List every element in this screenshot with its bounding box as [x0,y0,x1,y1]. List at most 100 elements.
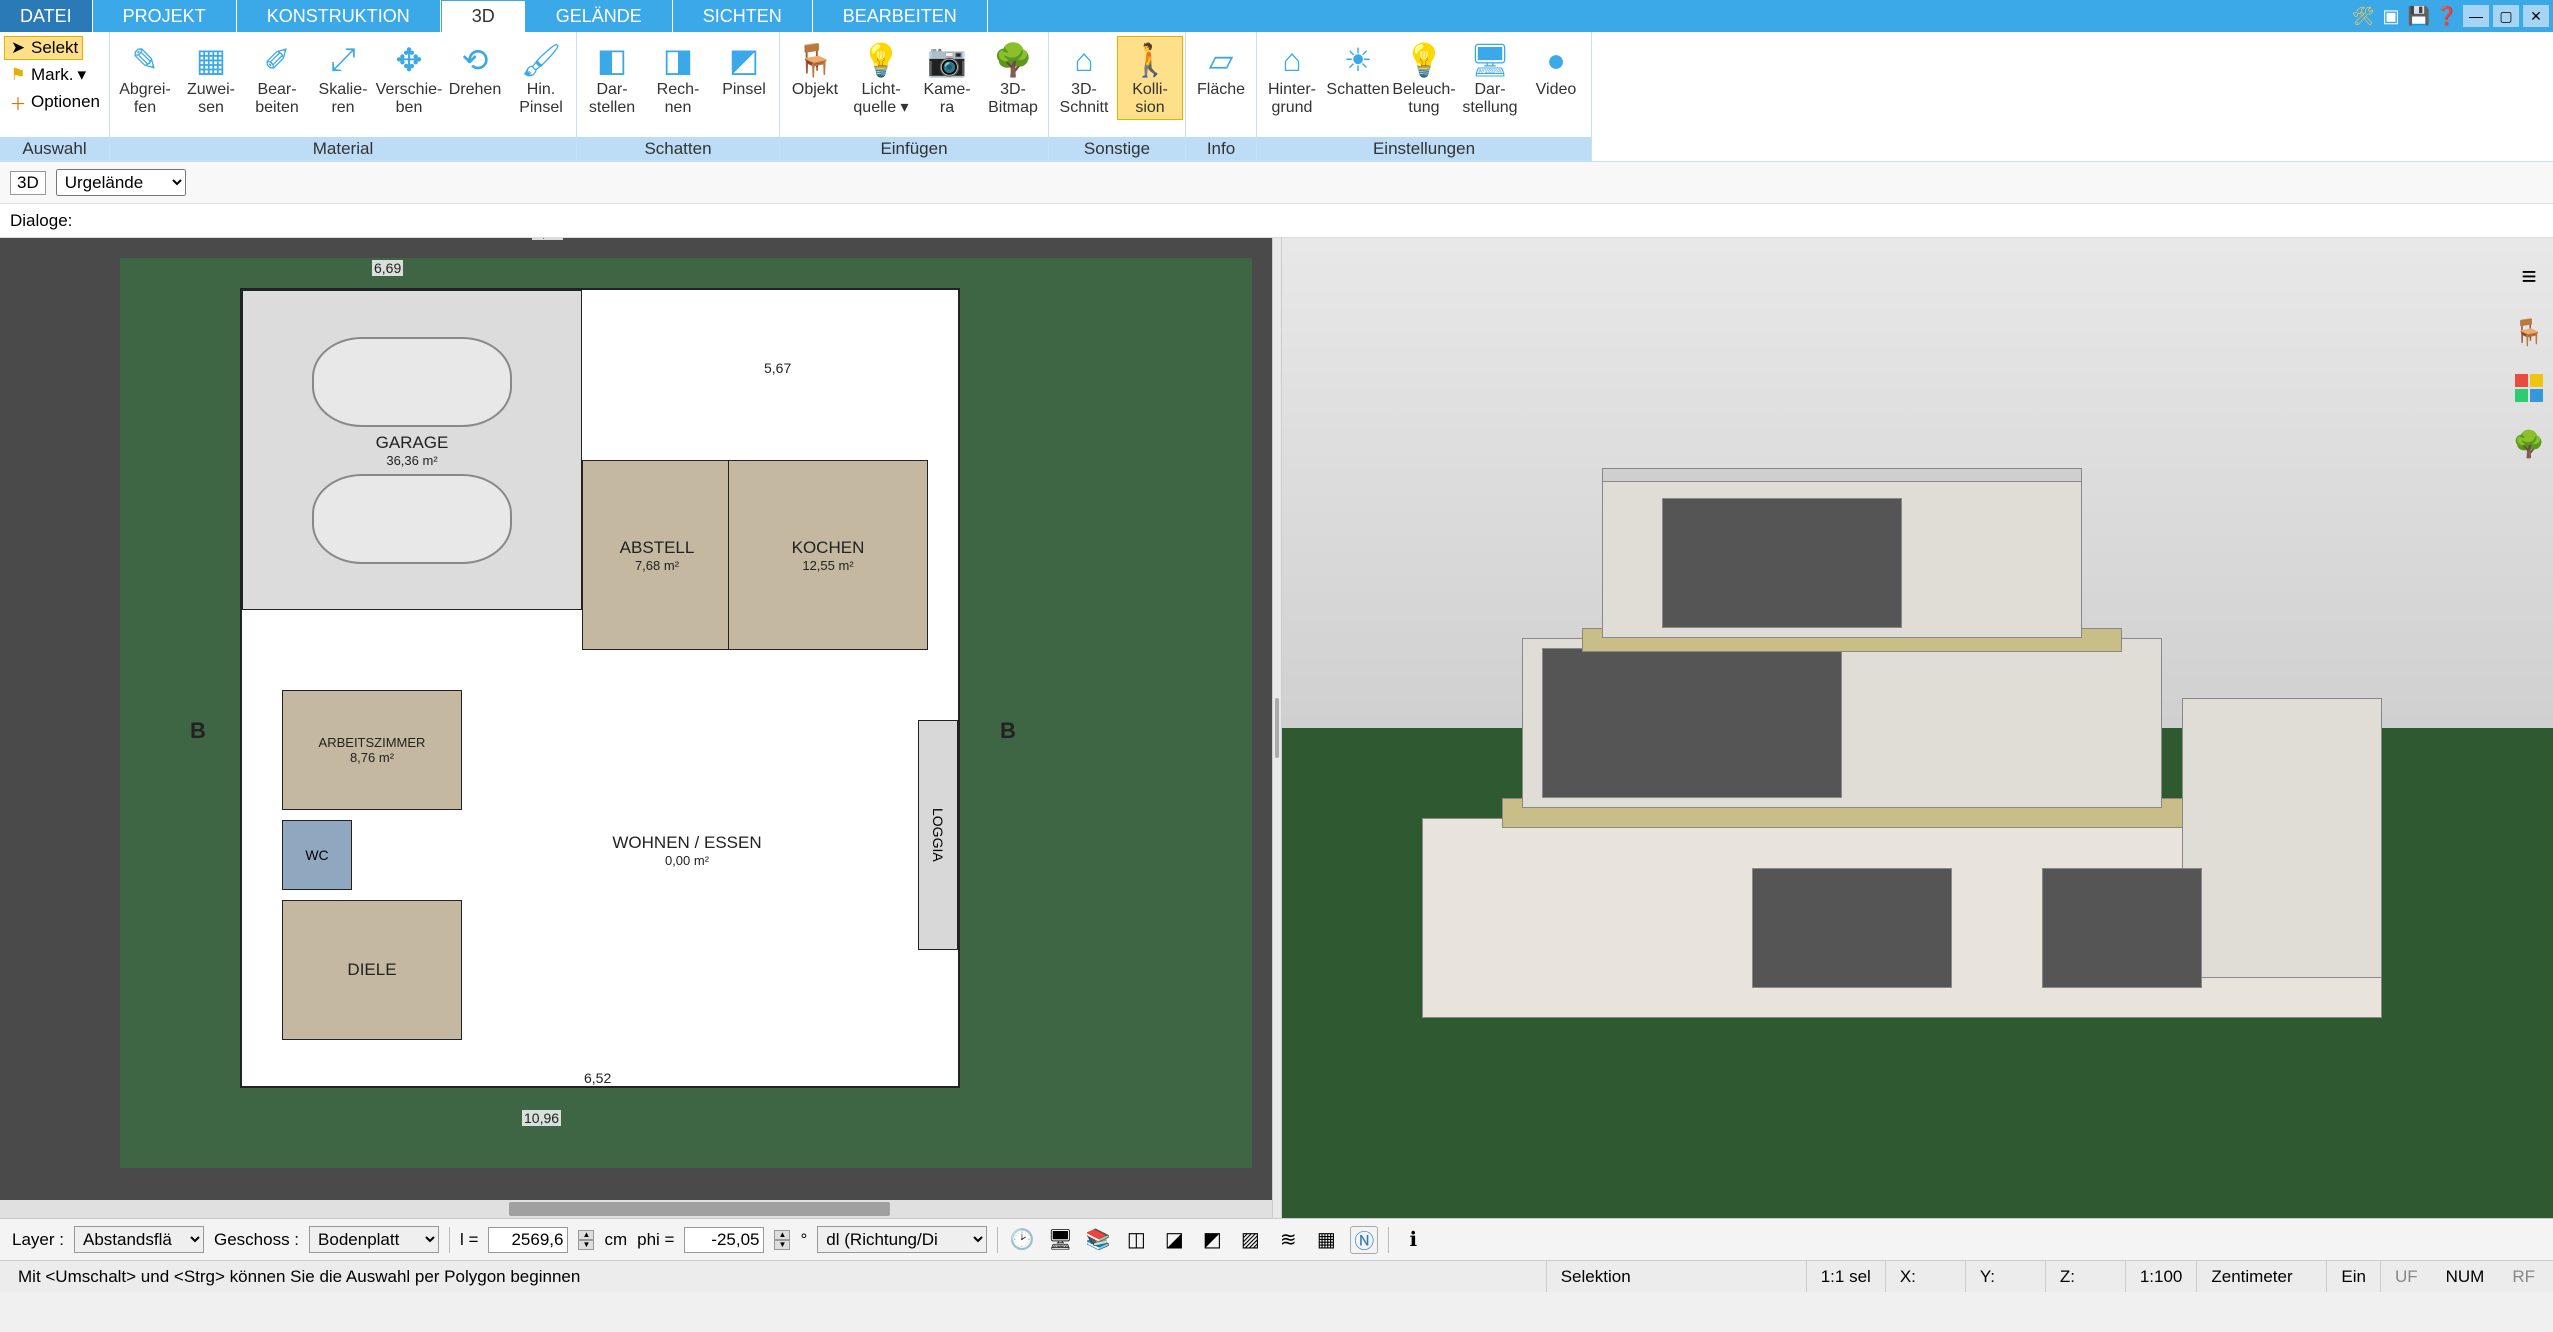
room-area: 36,36 m² [386,453,437,468]
terrain-select[interactable]: Urgelände [56,169,186,196]
einfuegen-btn-3[interactable]: 🌳3D-Bitmap [980,36,1046,120]
schatten-btn-1[interactable]: ◨Rech-nen [645,36,711,120]
options-button[interactable]: ＋Optionen [4,90,105,114]
material-btn-5[interactable]: ⟲Drehen [442,36,508,102]
status-unit: Zentimeter [2197,1261,2327,1292]
material-btn-2[interactable]: ✐Bear-beiten [244,36,310,120]
layer-lines-icon[interactable]: ≋ [1274,1226,1302,1254]
menu-projekt[interactable]: PROJEKT [93,0,237,32]
menu-bearbeiten[interactable]: BEARBEITEN [813,0,988,32]
room-diele: DIELE [282,900,462,1040]
material-btn-3[interactable]: ⤢Skalie-ren [310,36,376,120]
view-2d[interactable]: 6,69 7,41 5,67 6,52 10,96 GARAGE 36,36 m… [0,238,1272,1218]
schatten-btn-2[interactable]: ◩Pinsel [711,36,777,102]
select-button[interactable]: ➤Selekt [4,36,83,60]
einfuegen-btn-0[interactable]: 🪑Objekt [782,36,848,102]
l-input[interactable] [488,1227,568,1253]
room-label: KOCHEN [792,538,865,558]
color-grid-icon[interactable] [2513,372,2545,404]
einstellungen-btn-2[interactable]: 💡Beleuch-tung [1391,36,1457,120]
einstellungen-icon: 🖥 [1470,39,1511,81]
show-layer-icon[interactable]: ◪ [1160,1226,1188,1254]
layer-toggle-icon[interactable]: ▨ [1236,1226,1264,1254]
north-icon[interactable]: Ⓝ [1350,1226,1378,1254]
room-loggia: LOGGIA [918,720,958,950]
einfuegen-btn-1[interactable]: 💡Licht-quelle ▾ [848,36,914,120]
panel-label-auswahl: Auswahl [0,137,109,161]
tree-icon[interactable]: 🌳 [2513,428,2545,460]
einfuegen-btn-2[interactable]: 📷Kame-ra [914,36,980,120]
save-icon[interactable]: 💾 [2407,4,2431,28]
furniture-icon[interactable]: 🪑 [2513,316,2545,348]
room-arbeitszimmer: ARBEITSZIMMER 8,76 m² [282,690,462,810]
tool-label: Licht-quelle ▾ [853,81,908,117]
einstellungen-icon: 💡 [1404,39,1444,81]
einfuegen-icon: 🪑 [795,39,835,81]
tool-label: 3D-Bitmap [988,81,1038,117]
menu-konstruktion[interactable]: KONSTRUKTION [237,0,441,32]
phi-spin-up[interactable]: ▲ [774,1230,790,1240]
ribbon-panel-info: ▱Fläche Info [1186,32,1257,161]
bottom-toolbar: Layer : Abstandsflä Geschoss : Bodenplat… [0,1218,2553,1260]
tool-label: 3D-Schnitt [1060,81,1109,117]
einstellungen-icon: ⌂ [1282,39,1301,81]
einstellungen-btn-3[interactable]: 🖥Dar-stellung [1457,36,1523,120]
phi-unit: ° [800,1230,807,1250]
dl-select[interactable]: dl (Richtung/Di [817,1226,987,1253]
mark-button[interactable]: ⚑Mark. ▾ [4,63,91,87]
menu-sichten[interactable]: SICHTEN [673,0,813,32]
menubar-right: 🛠 ▣ 💾 ❓ — ▢ ✕ [2351,0,2553,32]
sonstige-btn-0[interactable]: ⌂3D-Schnitt [1051,36,1117,120]
menu-gelaende[interactable]: GELÄNDE [526,0,673,32]
schatten-btn-0[interactable]: ◧Dar-stellen [579,36,645,120]
material-btn-6[interactable]: 🖌Hin.Pinsel [508,36,574,120]
tool-label: Dar-stellen [589,81,635,117]
menu-3d[interactable]: 3D [441,0,526,32]
scrollbar-thumb[interactable] [509,1202,890,1216]
menu-datei[interactable]: DATEI [0,0,93,32]
l-spin-down[interactable]: ▼ [578,1240,594,1250]
phi-spin-down[interactable]: ▼ [774,1240,790,1250]
layers-icon[interactable]: ≡ [2513,260,2545,292]
material-btn-1[interactable]: ▦Zuwei-sen [178,36,244,120]
sonstige-icon: ⌂ [1074,39,1093,81]
tools-icon[interactable]: 🛠 [2351,4,2375,28]
dim-label: 7,41 [532,238,563,240]
stack-icon[interactable]: 📚 [1084,1226,1112,1254]
scrollbar-horizontal[interactable] [0,1200,1272,1218]
einstellungen-btn-1[interactable]: ☀Schatten [1325,36,1391,102]
minimize-button[interactable]: — [2463,5,2489,27]
clock-icon[interactable]: 🕑 [1008,1226,1036,1254]
layer-fill-icon[interactable]: ◩ [1198,1226,1226,1254]
hide-layer-icon[interactable]: ◫ [1122,1226,1150,1254]
view-3d[interactable] [1282,238,2553,1218]
help-icon[interactable]: ❓ [2435,4,2459,28]
menu-bar: DATEI PROJEKT KONSTRUKTION 3D GELÄNDE SI… [0,0,2553,32]
monitor-icon[interactable]: 🖥 [1046,1226,1074,1254]
room-label: ARBEITSZIMMER [319,735,426,750]
layer-select[interactable]: Abstandsflä [74,1226,204,1253]
einstellungen-btn-4[interactable]: ●Video [1523,36,1589,102]
geschoss-select[interactable]: Bodenplatt [309,1226,439,1253]
material-icon: 🖌 [521,39,562,81]
grid-icon[interactable]: ▦ [1312,1226,1340,1254]
ribbon-panel-auswahl: ➤Selekt ⚑Mark. ▾ ＋Optionen Auswahl [0,32,110,161]
l-spin-up[interactable]: ▲ [578,1230,594,1240]
status-hint: Mit <Umschalt> und <Strg> können Sie die… [4,1261,1547,1292]
material-btn-0[interactable]: ✎Abgrei-fen [112,36,178,120]
material-icon: ✐ [264,39,291,81]
tool-label: Video [1536,81,1577,99]
schatten-icon: ◨ [663,39,693,81]
view-splitter[interactable] [1272,238,1282,1218]
tool-label: Dar-stellung [1462,81,1517,117]
material-btn-4[interactable]: ✥Verschie-ben [376,36,442,120]
info-icon[interactable]: ℹ [1399,1226,1427,1254]
phi-input[interactable] [684,1227,764,1253]
room-wohnen-essen: WOHNEN / ESSEN 0,00 m² [472,660,902,1040]
einstellungen-btn-0[interactable]: ⌂Hinter-grund [1259,36,1325,120]
info-btn-0[interactable]: ▱Fläche [1188,36,1254,102]
sonstige-btn-1[interactable]: 🚶Kolli-sion [1117,36,1183,120]
restore-button[interactable]: ▢ [2493,5,2519,27]
window-icon[interactable]: ▣ [2379,4,2403,28]
close-button[interactable]: ✕ [2523,5,2549,27]
